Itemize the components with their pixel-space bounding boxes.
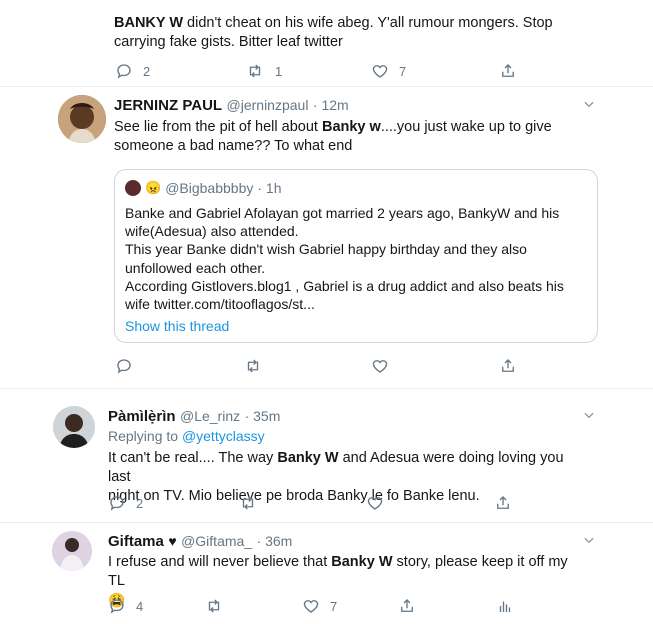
reply-button[interactable]: 4	[108, 597, 143, 615]
author-handle[interactable]: @Le_rinz	[180, 408, 240, 424]
author-name[interactable]: JERNINZ PAUL	[114, 97, 222, 114]
quoted-tweet[interactable]: 😠 @Bigbabbbby · 1h Banke and Gabriel Afo…	[114, 169, 598, 343]
retweet-icon	[247, 359, 259, 373]
quoted-line: Banke and Gabriel Afolayan got married 2…	[125, 205, 560, 221]
quoted-time: · 1h	[257, 180, 282, 196]
tweet-text: See lie from the pit of hell about Banky…	[114, 119, 552, 154]
tweet-time[interactable]: · 35m	[245, 408, 281, 424]
avatar[interactable]	[52, 531, 92, 571]
quoted-line: unfollowed each other.	[125, 259, 266, 276]
tweet-giftama: Giftama ♥ @Giftama_ · 36m I refuse and w…	[0, 525, 653, 624]
tweet-actions	[115, 357, 525, 377]
retweet-count: 1	[275, 63, 283, 79]
like-button[interactable]	[366, 494, 384, 512]
author-name[interactable]: Pàmìlẹ̀rìn	[108, 408, 176, 425]
reply-count: 2	[136, 495, 144, 511]
divider	[0, 522, 653, 523]
share-button[interactable]	[499, 357, 517, 375]
share-button[interactable]	[499, 62, 517, 80]
author-handle[interactable]: @jerninzpaul	[227, 97, 309, 113]
retweet-button[interactable]: 1	[245, 62, 282, 80]
black-heart-icon: ♥	[168, 533, 177, 549]
retweet-icon	[208, 599, 220, 613]
like-button[interactable]	[371, 357, 389, 375]
quoted-handle: @Bigbabbbby	[165, 180, 254, 196]
author-name[interactable]: Giftama	[108, 533, 164, 550]
like-button[interactable]: 7	[371, 62, 406, 80]
heart-icon	[303, 600, 319, 613]
reply-button[interactable]: 2	[108, 494, 143, 512]
avatar[interactable]	[53, 406, 95, 448]
quoted-line: wife(Adesua) also attended.	[125, 223, 299, 240]
reply-icon	[110, 496, 124, 511]
share-icon	[497, 496, 509, 509]
heart-icon	[367, 497, 383, 510]
heart-icon	[372, 360, 388, 373]
tweet-banky-w: BANKY W didn't cheat on his wife abeg. Y…	[0, 0, 653, 88]
quoted-text: Banke and Gabriel Afolayan got married 2…	[125, 204, 591, 313]
quoted-avatar	[125, 180, 141, 196]
tweet-actions: 2 1 7	[115, 62, 525, 82]
replying-to: Replying to @yettyclassy	[108, 428, 265, 444]
reply-count: 2	[143, 63, 151, 79]
share-icon	[502, 64, 514, 77]
show-thread-link[interactable]: Show this thread	[125, 318, 229, 334]
retweet-button[interactable]	[204, 597, 224, 615]
analytics-button[interactable]	[496, 597, 514, 615]
tweet-jerninz-paul: JERNINZ PAUL @jerninzpaul · 12m See lie …	[0, 87, 653, 389]
like-count: 7	[330, 598, 338, 614]
chevron-down-icon[interactable]	[582, 533, 596, 552]
bar-chart-icon	[499, 601, 511, 612]
chevron-down-icon[interactable]	[582, 408, 596, 427]
reply-icon	[117, 359, 131, 374]
reply-button[interactable]: 2	[115, 62, 150, 80]
share-button[interactable]	[494, 494, 512, 512]
share-icon	[401, 599, 413, 612]
tweet-text: BANKY W didn't cheat on his wife abeg. Y…	[114, 15, 553, 50]
author-handle[interactable]: @Giftama_	[181, 533, 252, 549]
retweet-button[interactable]	[238, 494, 258, 512]
retweet-icon	[249, 64, 261, 78]
retweet-icon	[242, 496, 254, 510]
quoted-line: According Gistlovers.blog1 , Gabriel is …	[125, 277, 564, 294]
tweet-time[interactable]: · 12m	[313, 97, 349, 113]
replying-handle-link[interactable]: @yettyclassy	[182, 428, 265, 444]
quoted-line: wife twitter.com/titooflagos/st...	[125, 296, 315, 313]
share-icon	[502, 359, 514, 372]
divider	[0, 388, 653, 389]
reply-icon	[110, 599, 124, 614]
heart-icon	[372, 65, 388, 78]
tweet-time[interactable]: · 36m	[257, 533, 293, 549]
tweet-pamilerin: Pàmìlẹ̀rìn @Le_rinz · 35m Replying to @y…	[0, 398, 653, 518]
avatar[interactable]	[58, 95, 106, 143]
reply-button[interactable]	[115, 357, 133, 375]
like-button[interactable]: 7	[302, 597, 337, 615]
angry-face-icon: 😠	[145, 180, 162, 195]
tweet-actions: 2	[108, 494, 518, 514]
like-count: 7	[399, 63, 407, 79]
share-button[interactable]	[398, 597, 416, 615]
reply-icon	[117, 64, 131, 79]
retweet-button[interactable]	[243, 357, 263, 375]
quoted-line: This year Banke didn't wish Gabriel happ…	[125, 241, 527, 258]
chevron-down-icon[interactable]	[582, 97, 596, 116]
reply-count: 4	[136, 598, 144, 614]
tweet-actions: 4 7	[108, 597, 518, 617]
